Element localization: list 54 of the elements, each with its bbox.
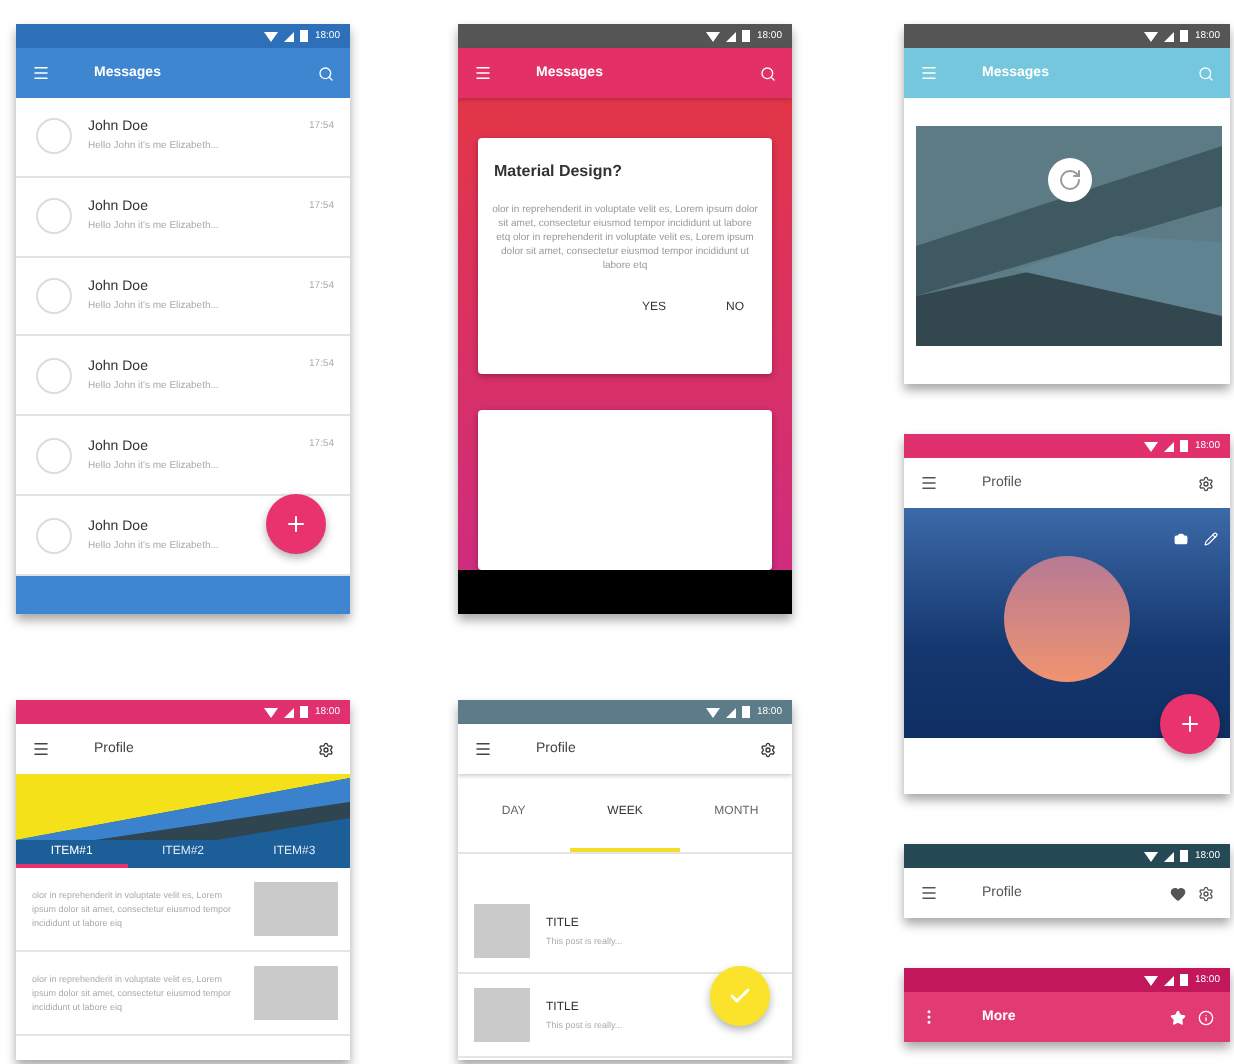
image-placeholder <box>474 904 530 958</box>
battery-icon <box>1180 850 1189 862</box>
menu-icon[interactable] <box>920 474 938 492</box>
image-placeholder <box>254 966 338 1020</box>
battery-icon <box>1180 440 1189 452</box>
battery-icon <box>742 30 751 42</box>
battery-icon <box>300 30 309 42</box>
battery-icon <box>300 706 309 718</box>
wifi-icon <box>1144 31 1159 41</box>
wifi-icon <box>1144 975 1159 985</box>
wifi-icon <box>264 707 279 717</box>
image-placeholder <box>254 882 338 936</box>
signal-icon <box>1164 975 1175 985</box>
dialog-title: Material Design? <box>494 162 625 180</box>
signal-icon <box>1164 851 1175 861</box>
settings-icon[interactable] <box>760 741 776 757</box>
signal-icon <box>284 707 295 717</box>
signal-icon <box>1164 31 1175 41</box>
avatar-circle <box>36 517 72 554</box>
avatar-circle <box>36 278 72 315</box>
check-icon <box>728 984 752 1008</box>
signal-icon <box>284 31 295 41</box>
wifi-icon <box>706 31 721 41</box>
wifi-icon <box>264 31 279 41</box>
avatar-circle <box>36 198 72 235</box>
pencil-icon[interactable] <box>1204 532 1218 546</box>
menu-icon[interactable] <box>474 64 492 82</box>
info-icon[interactable] <box>1198 1009 1214 1025</box>
battery-icon <box>1180 974 1189 986</box>
image-placeholder <box>474 988 530 1042</box>
settings-icon[interactable] <box>1198 475 1214 491</box>
heart-icon[interactable] <box>1170 885 1186 901</box>
wifi-icon <box>706 707 721 717</box>
battery-icon <box>742 706 751 718</box>
menu-icon[interactable] <box>32 740 50 758</box>
search-icon[interactable] <box>760 65 776 81</box>
plus-icon <box>284 512 308 536</box>
settings-icon[interactable] <box>318 741 334 757</box>
menu-icon[interactable] <box>920 884 938 902</box>
battery-icon <box>1180 30 1189 42</box>
settings-icon[interactable] <box>1198 885 1214 901</box>
wifi-icon <box>1144 441 1159 451</box>
signal-icon <box>726 707 737 717</box>
avatar-circle <box>36 118 72 155</box>
plus-icon <box>1178 712 1202 736</box>
signal-icon <box>1164 441 1175 451</box>
search-icon[interactable] <box>318 65 334 81</box>
signal-icon <box>726 31 737 41</box>
wifi-icon <box>1144 851 1159 861</box>
avatar-circle <box>36 437 72 474</box>
star-icon[interactable] <box>1170 1009 1186 1025</box>
camera-icon[interactable] <box>1174 532 1188 546</box>
menu-icon[interactable] <box>474 740 492 758</box>
avatar-circle <box>36 357 72 394</box>
